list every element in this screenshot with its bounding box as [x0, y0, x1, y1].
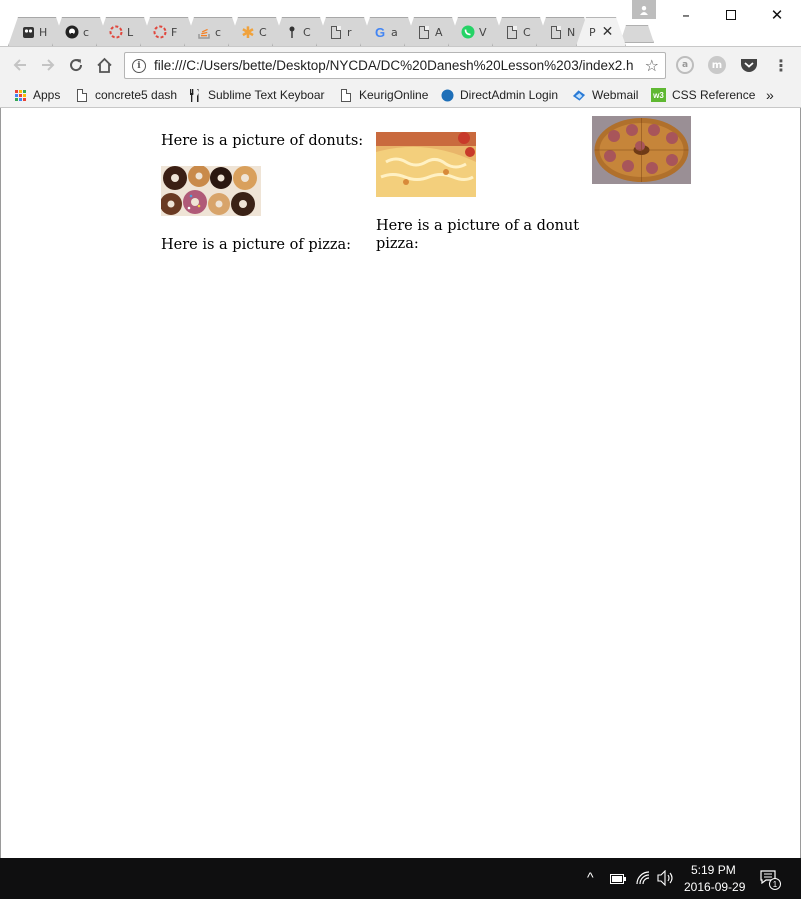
- pizza-image: [376, 132, 476, 197]
- back-arrow-icon: [13, 59, 26, 71]
- bookmark-apps[interactable]: Apps: [13, 86, 60, 104]
- bookmark-label: Apps: [33, 88, 61, 102]
- tab-label: P: [589, 25, 596, 39]
- bookmark-label: concrete5 dash: [95, 88, 178, 102]
- tab-label: C: [303, 25, 311, 39]
- tab-label: F: [171, 25, 178, 39]
- reload-button[interactable]: [65, 54, 87, 76]
- tab-label: C: [259, 25, 267, 39]
- donut-caption: Here is a picture of donuts:: [161, 133, 364, 149]
- reload-icon: [70, 59, 83, 72]
- whatsapp-icon: [461, 25, 475, 39]
- w3-icon: w3: [651, 88, 666, 102]
- bookmark-css-reference[interactable]: w3 CSS Reference: [651, 86, 755, 104]
- page-icon: [329, 25, 343, 39]
- notification-icon[interactable]: 1: [760, 870, 781, 890]
- notification-count: 1: [769, 878, 781, 890]
- page-icon: [417, 25, 431, 39]
- tab-label: H: [39, 25, 48, 39]
- close-button[interactable]: ✕: [754, 0, 800, 30]
- taskbar: ^ 5:19 PM 2016-09-29 1: [0, 858, 801, 899]
- bookmarks-overflow-button[interactable]: »: [766, 86, 774, 104]
- info-icon[interactable]: i: [132, 58, 146, 73]
- star-icon[interactable]: ☆: [645, 56, 659, 75]
- google-icon: G: [374, 24, 386, 40]
- bookmark-directadmin[interactable]: DirectAdmin Login: [440, 86, 558, 104]
- bookmark-label: CSS Reference: [672, 88, 756, 102]
- minimize-button[interactable]: –: [663, 0, 709, 30]
- tab-label: V: [479, 25, 487, 39]
- maximize-button[interactable]: [708, 0, 754, 30]
- wifi-icon[interactable]: [636, 871, 650, 888]
- home-button[interactable]: [93, 54, 115, 76]
- volume-icon[interactable]: [657, 869, 675, 889]
- bookmarks-bar: Apps concrete5 dash Sublime Text Keyboar…: [0, 83, 801, 108]
- bookmark-label: KeurigOnline: [359, 88, 429, 102]
- page-viewport: Here is a picture of donuts: Here is a p…: [0, 108, 801, 858]
- maximize-icon: [726, 10, 736, 20]
- page-icon: [339, 88, 353, 102]
- title-bar: H c L F c ✱ C C r G a A V C N P ✕ – ✕: [0, 0, 801, 46]
- tab-label: a: [391, 25, 398, 39]
- donut-image: [161, 166, 261, 216]
- tab-label: C: [523, 25, 531, 39]
- tab-label: r: [347, 25, 352, 39]
- directadmin-icon: [440, 88, 454, 102]
- tab-label: c: [215, 25, 222, 39]
- address-url[interactable]: file:///C:/Users/bette/Desktop/NYCDA/DC%…: [154, 58, 642, 73]
- donut-pizza-image: [592, 116, 691, 184]
- bookmark-concrete5[interactable]: concrete5 dash: [75, 86, 177, 104]
- home-icon: [96, 57, 112, 73]
- clock-time[interactable]: 5:19 PM: [691, 863, 736, 877]
- menu-icon[interactable]: ⋮: [772, 56, 790, 75]
- address-bar[interactable]: i file:///C:/Users/bette/Desktop/NYCDA/D…: [124, 52, 666, 79]
- github-icon: [65, 25, 79, 39]
- owl-icon: [21, 25, 35, 39]
- donut-pizza-caption-line2: pizza:: [376, 236, 419, 252]
- bookmark-sublime[interactable]: Sublime Text Keyboar: [188, 86, 326, 104]
- donut-pizza-caption-line1: Here is a picture of a donut: [376, 218, 580, 234]
- page-icon: [549, 25, 563, 39]
- pin-icon: [285, 25, 299, 39]
- page-icon: [75, 88, 89, 102]
- stackoverflow-icon: [197, 25, 211, 39]
- bookmark-label: DirectAdmin Login: [460, 88, 559, 102]
- clock-date[interactable]: 2016-09-29: [684, 880, 745, 894]
- battery-icon[interactable]: [610, 873, 626, 887]
- close-tab-icon[interactable]: ✕: [602, 24, 614, 40]
- tab-label: N: [567, 25, 576, 39]
- extension-a-icon[interactable]: a: [676, 56, 694, 74]
- page-icon: [505, 25, 519, 39]
- bookmark-label: Sublime Text Keyboar: [208, 88, 325, 102]
- loading-ring-icon: [153, 25, 167, 39]
- tab-strip: H c L F c ✱ C C r G a A V C N P ✕: [8, 17, 658, 46]
- bookmark-keurig[interactable]: KeurigOnline: [339, 86, 428, 104]
- pocket-icon[interactable]: [740, 56, 758, 74]
- browser-toolbar: i file:///C:/Users/bette/Desktop/NYCDA/D…: [0, 46, 801, 83]
- tab-label: L: [127, 25, 134, 39]
- apps-icon: [13, 88, 27, 102]
- forward-arrow-icon: [42, 59, 55, 71]
- loading-ring-icon: [109, 25, 123, 39]
- chevron-up-icon[interactable]: ^: [587, 869, 594, 885]
- webmail-icon: [572, 88, 586, 102]
- pizza-caption: Here is a picture of pizza:: [161, 237, 352, 253]
- forward-button[interactable]: [37, 54, 59, 76]
- profile-icon[interactable]: [632, 0, 656, 19]
- new-tab-button[interactable]: [620, 25, 654, 43]
- bookmark-label: Webmail: [592, 88, 639, 102]
- tab-label: c: [83, 25, 90, 39]
- extension-m-icon[interactable]: m: [708, 56, 726, 74]
- bookmark-webmail[interactable]: Webmail: [572, 86, 638, 104]
- asterisk-icon: ✱: [241, 22, 255, 42]
- back-button[interactable]: [9, 54, 31, 76]
- fork-knife-icon: [188, 88, 202, 102]
- tab-label: A: [435, 25, 443, 39]
